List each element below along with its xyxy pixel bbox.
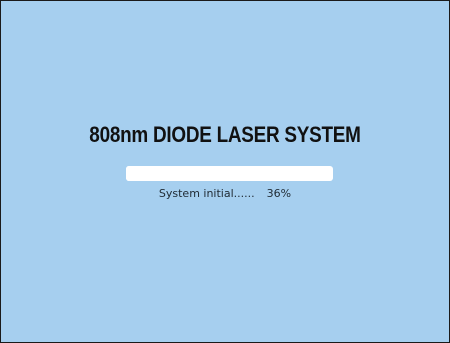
system-title: 808nm DIODE LASER SYSTEM <box>89 122 361 147</box>
status-label: System initial...... <box>158 187 255 200</box>
progress-bar-fill <box>126 166 201 181</box>
progress-bar <box>126 166 333 181</box>
progress-percent: 36% <box>266 187 292 200</box>
loading-status: System initial...... 36% <box>1 187 449 200</box>
splash-screen: 808nm DIODE LASER SYSTEM System initial.… <box>0 0 450 343</box>
